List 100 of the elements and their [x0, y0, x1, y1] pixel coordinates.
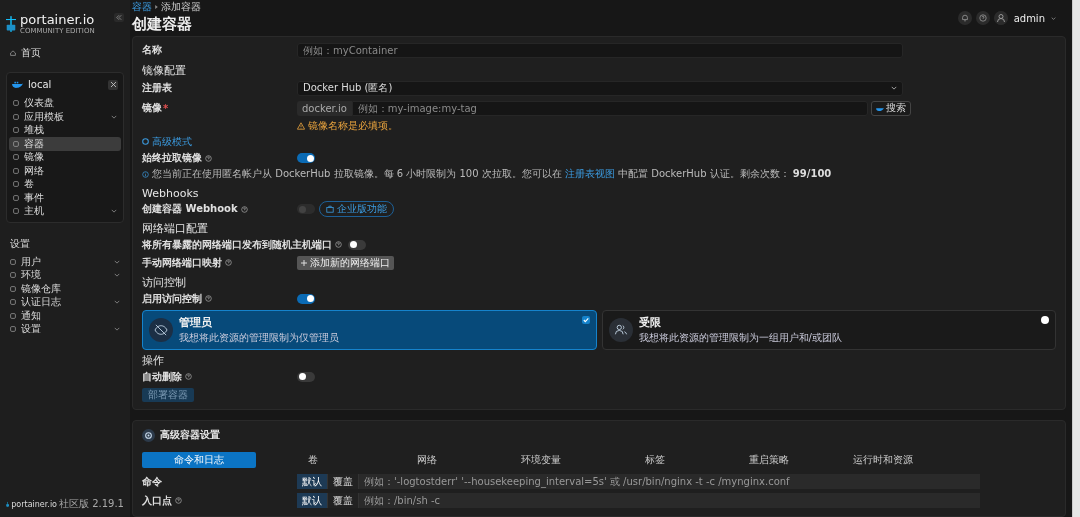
info-icon	[142, 170, 149, 178]
sidebar-item[interactable]: 认证日志	[6, 295, 124, 309]
advanced-mode-link[interactable]: 高级模式	[142, 134, 192, 149]
sidebar-item[interactable]: 应用模板	[9, 110, 121, 124]
help-icon	[205, 154, 212, 162]
command-input-field[interactable]: 例如：/bin/sh -c	[359, 493, 980, 508]
house-icon	[10, 49, 16, 56]
help-icon	[978, 14, 987, 22]
help-button[interactable]	[975, 11, 990, 25]
access-option-card[interactable]: 受限 我想将此资源的管理限制为一组用户和/或团队	[601, 310, 1056, 350]
users-icon	[608, 318, 633, 342]
pull-limit-text: 您当前正在使用匿名帐户从 DockerHub 拉取镜像。每 6 小时限制为 100 次拉取。您可以在 注册表视图 中配置 DockerHub 认证。剩余次数： 99/100	[152, 167, 832, 181]
user-menu[interactable]: admin	[1011, 12, 1047, 24]
settings-tab[interactable]: 命令和日志	[142, 452, 256, 468]
crane-logo-icon	[6, 499, 10, 509]
registry-dropdown[interactable]: Docker Hub (匿名)	[297, 80, 903, 96]
sidebar-item[interactable]: 网络	[9, 164, 121, 178]
section-title: 访问控制	[142, 275, 187, 290]
crane-logo-icon	[6, 15, 16, 33]
field-label: 创建容器 Webhook	[142, 202, 238, 216]
radio-check-icon	[1041, 316, 1049, 324]
settings-tab[interactable]: 标签	[598, 452, 712, 468]
notifications-button[interactable]	[957, 11, 972, 25]
circle-icon	[142, 138, 149, 145]
page-title: 创建容器	[132, 14, 193, 34]
footer-logo-text: portainer.io	[11, 499, 57, 509]
collapse-button[interactable]	[114, 12, 124, 22]
toggle-switch[interactable]	[297, 371, 315, 382]
plus-icon	[301, 259, 307, 266]
bell-icon	[960, 14, 969, 22]
field-label: 名称	[142, 43, 163, 57]
section-title: 设置	[10, 237, 31, 250]
logo-text: portainer.io	[20, 13, 95, 27]
warning-icon	[297, 121, 305, 130]
registry-view-link[interactable]: 注册表视图	[564, 168, 615, 179]
chevron-icon	[114, 273, 120, 278]
chevron-icon	[114, 327, 120, 332]
sidebar-item[interactable]: 事件	[9, 191, 121, 205]
radio-check-icon	[581, 316, 590, 324]
sidebar-item[interactable]: 容器	[9, 137, 121, 151]
mode-toggle-button[interactable]: 默认	[297, 474, 328, 489]
close-button[interactable]	[108, 79, 118, 90]
field-label: 入口点	[142, 493, 172, 508]
settings-tab[interactable]: 网络	[370, 452, 484, 468]
field-label: 注册表	[142, 81, 173, 95]
section-title: 网络端口配置	[142, 221, 209, 236]
field-label: 始终拉取镜像	[142, 151, 202, 165]
toggle-switch[interactable]	[348, 239, 366, 250]
required-mark: *	[163, 102, 169, 114]
sidebar-item[interactable]: 镜像	[9, 150, 121, 164]
breadcrumb-link[interactable]: 容器	[132, 0, 152, 14]
sidebar-item[interactable]: 卷	[9, 177, 121, 191]
section-title: Webhooks	[142, 186, 200, 200]
settings-tab[interactable]: 重启策略	[712, 452, 826, 468]
image-input-field[interactable]: 例如：my-image:my-tag	[351, 100, 868, 116]
access-option-card[interactable]: 管理员 我想将此资源的管理限制为仅管理员	[142, 310, 597, 350]
chevron-icon	[114, 259, 120, 264]
field-label: 启用访问控制	[142, 291, 202, 306]
field-label: 命令	[142, 474, 162, 489]
option-description: 我想将此资源的管理限制为仅管理员	[179, 331, 339, 345]
breadcrumb-text: 添加容器	[161, 0, 201, 14]
caret-icon	[155, 5, 158, 9]
toggle-switch[interactable]	[297, 153, 315, 163]
settings-tab[interactable]: 运行时和资源	[826, 452, 940, 468]
chevron-icon	[114, 300, 120, 305]
option-title: 受限	[638, 315, 662, 330]
sidebar-item[interactable]: 用户	[6, 255, 124, 269]
card-title: 高级容器设置	[160, 428, 220, 442]
scrollbar[interactable]	[1072, 0, 1080, 517]
command-input-field[interactable]: 例如：'-logtostderr' '--housekeeping_interval=5s' 或 /usr/bin/nginx -t -c /mynginx.conf	[359, 474, 980, 489]
field-label: 手动网络端口映射	[142, 255, 222, 270]
home-nav-item[interactable]: 首页	[6, 46, 124, 60]
option-description: 我想将此资源的管理限制为一组用户和/或团队	[638, 331, 842, 345]
toggle-switch[interactable]	[297, 293, 315, 304]
settings-tab[interactable]: 环境变量	[484, 452, 598, 468]
whale-icon	[12, 81, 23, 88]
double-chevron-icon	[116, 14, 122, 20]
help-icon	[335, 241, 342, 248]
sidebar-item[interactable]: 环境	[6, 268, 124, 282]
help-icon	[225, 259, 232, 266]
sidebar-item[interactable]: 设置	[6, 322, 124, 336]
name-input-field[interactable]: 例如：myContainer	[297, 42, 903, 58]
search-button[interactable]: 搜索	[871, 100, 911, 116]
sidebar-item[interactable]: 堆栈	[9, 123, 121, 137]
field-label: 将所有暴露的网络端口发布到随机主机端口	[142, 237, 332, 252]
sidebar-item[interactable]: 仪表盘	[9, 96, 121, 110]
sidebar-item[interactable]: 镜像仓库	[6, 282, 124, 296]
sidebar-item[interactable]: 主机	[9, 204, 121, 218]
sidebar-item[interactable]: 通知	[6, 309, 124, 323]
section-title: 操作	[142, 353, 165, 368]
eye-slash-icon	[149, 318, 173, 342]
chevron-icon	[111, 114, 117, 119]
field-label: 自动删除	[142, 369, 182, 384]
add-port-button[interactable]: 添加新的网络端口	[297, 255, 394, 270]
briefcase-icon	[326, 205, 334, 213]
environment-name: local	[28, 79, 52, 90]
settings-tab[interactable]: 卷	[256, 452, 370, 468]
help-icon	[205, 295, 212, 302]
version-text: 社区版 2.19.1	[59, 497, 124, 511]
mode-toggle-button[interactable]: 默认	[297, 493, 328, 508]
